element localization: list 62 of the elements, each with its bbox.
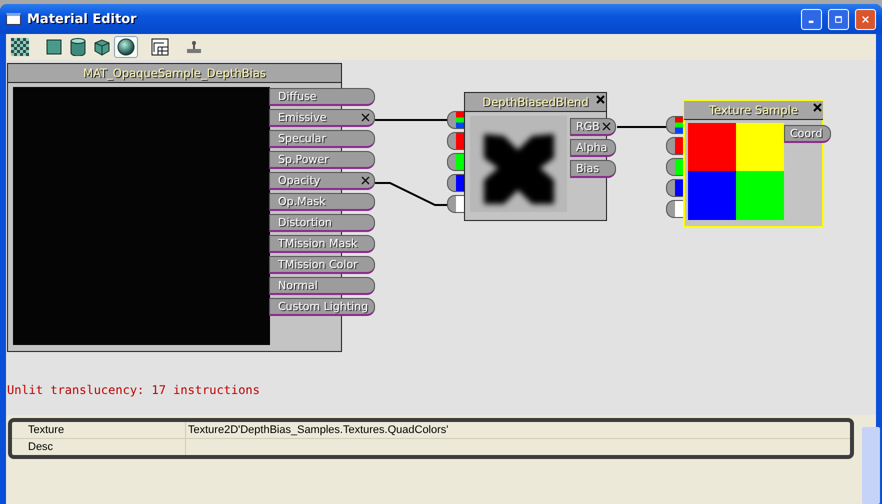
wire	[375, 182, 447, 206]
window-icon	[6, 13, 21, 25]
output-pin[interactable]: Coord	[784, 125, 831, 143]
input-pin[interactable]	[447, 111, 464, 129]
output-pin[interactable]: Bias	[570, 160, 616, 178]
toolbar-button[interactable]	[114, 36, 138, 58]
table-icon	[151, 38, 169, 56]
input-pin[interactable]: Opacity	[269, 172, 375, 190]
cylinder-icon	[70, 38, 86, 56]
input-pin[interactable]: Sp.Power	[269, 151, 375, 169]
property-name: Desc	[12, 439, 186, 455]
node-panel[interactable]: DepthBiasedBlend RGB Alpha Bias	[447, 92, 618, 221]
maximize-button[interactable]	[828, 8, 849, 30]
input-pin[interactable]: Emissive	[269, 109, 375, 127]
maximize-icon	[835, 14, 842, 24]
input-pin[interactable]: Specular	[269, 130, 375, 148]
input-pin[interactable]	[447, 195, 464, 213]
cube-icon	[93, 38, 111, 56]
joystick-icon	[186, 40, 202, 54]
close-icon	[862, 14, 869, 24]
input-pin[interactable]	[447, 132, 464, 150]
window-title: Material Editor	[27, 12, 138, 26]
input-pin[interactable]	[447, 174, 464, 192]
input-pin[interactable]	[666, 200, 683, 218]
close-button[interactable]	[855, 8, 876, 30]
input-pin[interactable]	[447, 153, 464, 171]
output-pin[interactable]: Alpha	[570, 139, 616, 157]
input-pin[interactable]: Normal	[269, 277, 375, 295]
sphere-icon	[117, 38, 135, 56]
checker-icon	[11, 38, 29, 56]
node-title: MAT_OpaqueSample_DepthBias	[83, 66, 266, 80]
x-mark-icon	[361, 176, 370, 185]
wire	[617, 126, 666, 128]
x-mark-icon	[602, 122, 611, 131]
input-pin[interactable]: Custom Lighting	[269, 298, 375, 316]
rgb-swatch	[675, 117, 683, 133]
input-pin[interactable]: Diffuse	[269, 88, 375, 106]
close-icon[interactable]	[813, 103, 822, 112]
node-title: DepthBiasedBlend	[482, 95, 589, 109]
node-panel[interactable]: Texture Sample Coord	[666, 100, 833, 228]
scrollbar[interactable]	[862, 427, 880, 504]
node-title: Texture Sample	[709, 103, 798, 117]
input-pin[interactable]: TMission Mask	[269, 235, 375, 253]
input-pin[interactable]	[666, 158, 683, 176]
node-panel[interactable]: MAT_OpaqueSample_DepthBias Diffuse Emissive Specular Sp.Power Opacity Op.Mask Distortion TMission Mask TMission Color Normal Custom Lighting	[7, 63, 376, 352]
toolbar-button[interactable]	[8, 36, 32, 58]
input-pin[interactable]	[666, 137, 683, 155]
output-pin[interactable]: RGB	[570, 118, 616, 136]
minimize-button[interactable]	[801, 8, 822, 30]
property-name: Texture	[12, 422, 186, 438]
input-pin[interactable]: TMission Color	[269, 256, 375, 274]
x-mark-icon	[361, 113, 370, 122]
input-pin[interactable]	[666, 179, 683, 197]
input-pin[interactable]: Op.Mask	[269, 193, 375, 211]
rgb-swatch	[456, 112, 464, 128]
input-pin[interactable]	[666, 116, 683, 134]
input-pin[interactable]: Distortion	[269, 214, 375, 232]
property-value[interactable]: Texture2D'DepthBias_Samples.Textures.QuadColors'	[186, 422, 850, 438]
status-text: Unlit translucency: 17 instructions	[7, 383, 260, 397]
square-icon	[46, 39, 62, 55]
wire	[375, 119, 447, 121]
close-icon[interactable]	[596, 95, 605, 104]
